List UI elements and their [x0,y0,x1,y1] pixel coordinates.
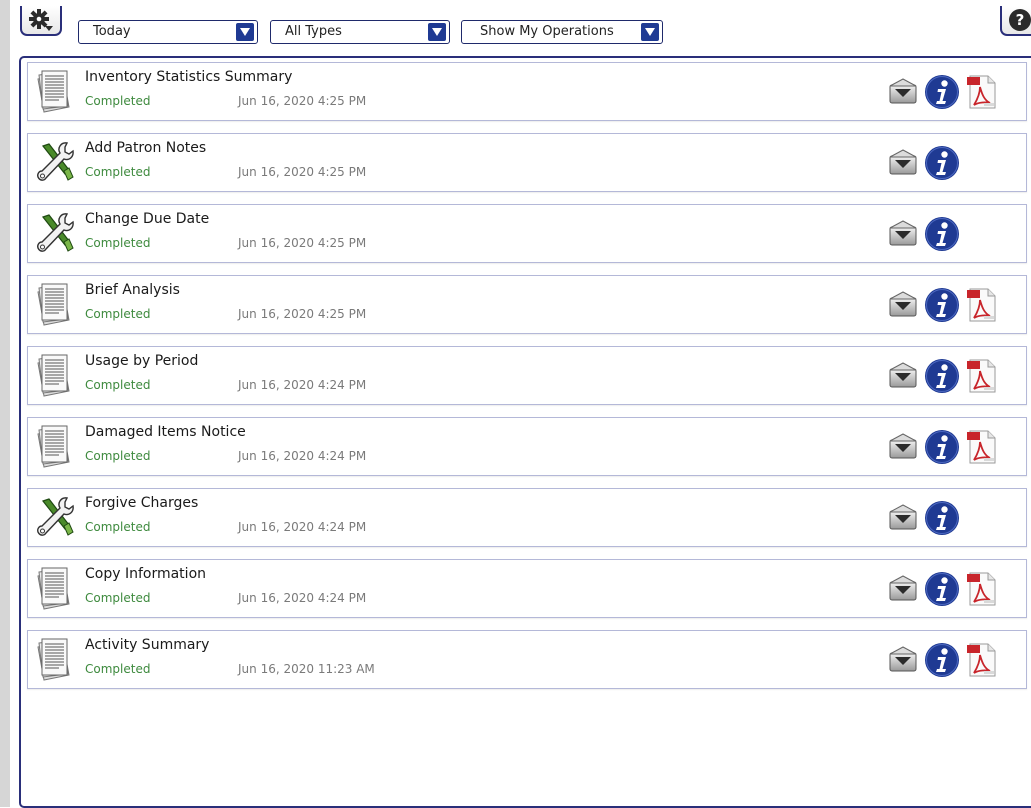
row-actions [888,213,966,255]
operation-title: Forgive Charges [85,495,199,511]
operation-title: Brief Analysis [85,282,180,298]
report-document-icon [35,69,75,113]
row-actions [888,568,998,610]
operation-title: Copy Information [85,566,207,582]
help-icon: ? [1009,9,1031,31]
operation-row-8[interactable]: Copy Information Completed Jun 16, 2020 … [27,559,1027,618]
email-icon[interactable] [888,148,918,178]
row-actions [888,639,998,681]
info-icon[interactable] [924,571,960,607]
operation-row-9[interactable]: Activity Summary Completed Jun 16, 2020 … [27,630,1027,689]
operation-row-3[interactable]: Change Due Date Completed Jun 16, 2020 4… [27,204,1027,263]
operation-row-4[interactable]: Brief Analysis Completed Jun 16, 2020 4:… [27,275,1027,334]
report-document-icon [35,282,75,326]
operation-timestamp: Jun 16, 2020 11:23 AM [238,662,375,676]
report-document-icon [35,353,75,397]
operation-title: Usage by Period [85,353,199,369]
info-icon[interactable] [924,145,960,181]
tools-icon [35,495,75,539]
report-document-icon [35,637,75,681]
email-icon[interactable] [888,77,918,107]
info-icon[interactable] [924,429,960,465]
operation-status: Completed [85,662,151,676]
operation-row-7[interactable]: Forgive Charges Completed Jun 16, 2020 4… [27,488,1027,547]
email-icon[interactable] [888,574,918,604]
row-actions [888,355,998,397]
operation-status: Completed [85,94,151,108]
chevron-down-icon [428,23,446,41]
operation-title: Activity Summary [85,637,210,653]
email-icon[interactable] [888,219,918,249]
operation-status: Completed [85,378,151,392]
pdf-file-icon[interactable] [966,429,998,465]
operation-status: Completed [85,520,151,534]
operation-row-5[interactable]: Usage by Period Completed Jun 16, 2020 4… [27,346,1027,405]
operation-status: Completed [85,449,151,463]
chevron-down-icon [236,23,254,41]
email-icon[interactable] [888,503,918,533]
help-button[interactable]: ? [1000,6,1031,36]
toolbar: Today All Types Show My Operations ? [0,0,1031,52]
row-actions [888,497,966,539]
email-icon[interactable] [888,645,918,675]
operation-title: Add Patron Notes [85,140,207,156]
row-actions [888,142,966,184]
operation-row-1[interactable]: Inventory Statistics Summary Completed J… [27,62,1027,121]
pdf-file-icon[interactable] [966,74,998,110]
pdf-file-icon[interactable] [966,287,998,323]
row-actions [888,284,998,326]
operation-status: Completed [85,165,151,179]
operations-list: Inventory Statistics Summary Completed J… [27,62,1027,701]
tools-icon [35,140,75,184]
settings-menu-button[interactable] [20,6,62,36]
left-edge-panel [0,0,10,807]
operation-row-2[interactable]: Add Patron Notes Completed Jun 16, 2020 … [27,133,1027,192]
email-icon[interactable] [888,290,918,320]
info-icon[interactable] [924,287,960,323]
info-icon[interactable] [924,216,960,252]
operation-row-6[interactable]: Damaged Items Notice Completed Jun 16, 2… [27,417,1027,476]
tools-icon [35,211,75,255]
operation-title: Change Due Date [85,211,210,227]
scope-filter-dropdown[interactable]: Show My Operations [461,20,663,44]
info-icon[interactable] [924,642,960,678]
operations-list-panel[interactable]: Inventory Statistics Summary Completed J… [19,56,1031,808]
date-filter-dropdown[interactable]: Today [78,20,258,44]
operation-timestamp: Jun 16, 2020 4:24 PM [238,449,367,463]
operation-timestamp: Jun 16, 2020 4:25 PM [238,165,367,179]
type-filter-value: All Types [285,24,342,39]
operation-timestamp: Jun 16, 2020 4:24 PM [238,591,367,605]
report-document-icon [35,424,75,468]
operation-status: Completed [85,307,151,321]
operation-timestamp: Jun 16, 2020 4:25 PM [238,94,367,108]
row-actions [888,71,998,113]
pdf-file-icon[interactable] [966,642,998,678]
row-actions [888,426,998,468]
operation-status: Completed [85,591,151,605]
report-document-icon [35,566,75,610]
pdf-file-icon[interactable] [966,358,998,394]
email-icon[interactable] [888,361,918,391]
chevron-down-icon [641,23,659,41]
operation-title: Inventory Statistics Summary [85,69,293,85]
gear-icon [29,9,53,31]
operation-status: Completed [85,236,151,250]
info-icon[interactable] [924,358,960,394]
scope-filter-value: Show My Operations [480,24,614,39]
operation-timestamp: Jun 16, 2020 4:25 PM [238,307,367,321]
info-icon[interactable] [924,74,960,110]
email-icon[interactable] [888,432,918,462]
operation-timestamp: Jun 16, 2020 4:25 PM [238,236,367,250]
type-filter-dropdown[interactable]: All Types [270,20,450,44]
operation-timestamp: Jun 16, 2020 4:24 PM [238,520,367,534]
operation-timestamp: Jun 16, 2020 4:24 PM [238,378,367,392]
pdf-file-icon[interactable] [966,571,998,607]
date-filter-value: Today [93,24,131,39]
info-icon[interactable] [924,500,960,536]
operation-title: Damaged Items Notice [85,424,246,440]
